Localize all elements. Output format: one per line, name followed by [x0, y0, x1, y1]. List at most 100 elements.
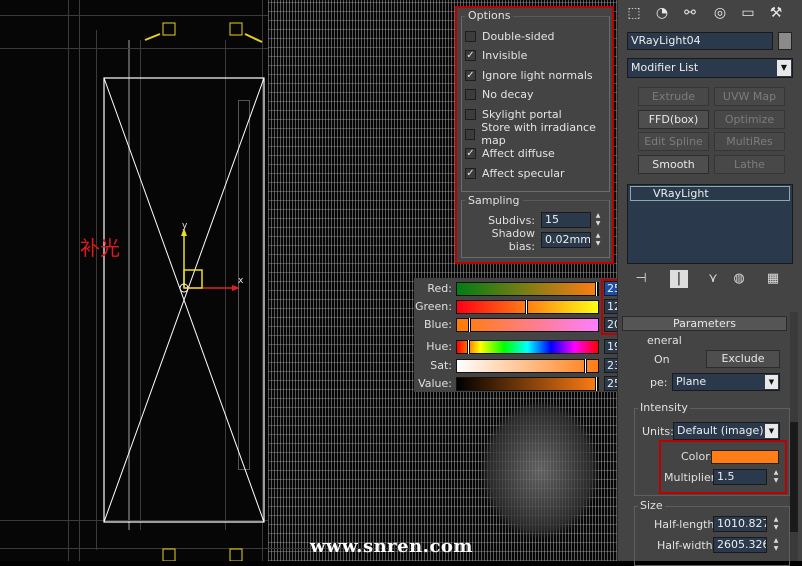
hue-slider-handle[interactable]	[467, 339, 470, 354]
green-slider[interactable]	[456, 299, 599, 314]
sat-row: Sat:235▲▼	[414, 357, 644, 374]
hue-label: Hue:	[426, 340, 452, 353]
general-group-label: eneral	[647, 334, 682, 347]
green-slider-handle[interactable]	[525, 299, 528, 314]
half-length-field[interactable]: 1010.827(	[713, 516, 767, 532]
modifier-button-smooth[interactable]: Smooth	[638, 154, 709, 174]
red-slider-handle[interactable]	[595, 281, 598, 296]
chevron-down-icon: ▼	[777, 60, 791, 76]
axis-y-label: y	[182, 221, 188, 231]
option-label: No decay	[482, 88, 534, 102]
modifier-button-optimize[interactable]: Optimize	[714, 109, 785, 129]
red-label: Red:	[427, 282, 452, 295]
chevron-down-icon: ▼	[765, 375, 778, 389]
option-row[interactable]: ✓ Invisible	[465, 48, 527, 64]
type-label: pe:	[650, 376, 668, 389]
motion-tab-icon[interactable]: ◎	[709, 3, 731, 23]
red-slider[interactable]	[456, 281, 599, 296]
option-row[interactable]: Skylight portal	[465, 106, 562, 122]
modify-tab-icon[interactable]: ◔	[651, 3, 673, 23]
value-slider[interactable]	[456, 376, 599, 391]
option-row[interactable]: ✓ Affect specular	[465, 165, 565, 181]
option-row[interactable]: ✓ Ignore light normals	[465, 67, 593, 83]
modifier-button-uvw-map[interactable]: UVW Map	[714, 87, 785, 106]
half-length-label: Half-length:	[654, 518, 719, 531]
modifier-stack[interactable]: VRayLight	[627, 184, 793, 264]
create-tab-icon[interactable]: ⬚	[623, 3, 645, 23]
checkbox-unchecked[interactable]	[465, 89, 476, 101]
units-dropdown[interactable]: Default (image) ▼	[673, 422, 780, 440]
make-unique-icon[interactable]: ⋎	[704, 270, 722, 288]
checkbox-unchecked[interactable]	[465, 30, 476, 42]
type-value: Plane	[676, 375, 707, 388]
half-width-field[interactable]: 2605.326(	[713, 537, 767, 553]
color-multiplier-highlight	[659, 440, 787, 494]
on-label[interactable]: On	[654, 353, 670, 366]
hue-row: Hue:19▲▼	[414, 338, 644, 355]
options-panel: Options Double-sided ✓ Invisible ✓ Ignore li…	[455, 6, 614, 264]
checkbox-checked[interactable]: ✓	[465, 50, 476, 62]
modifier-button-ffd-box-[interactable]: FFD(box)	[638, 109, 709, 129]
option-label: Double-sided	[482, 29, 555, 43]
option-label: Affect specular	[482, 166, 565, 180]
value-slider-handle[interactable]	[595, 376, 598, 391]
modifier-button-edit-spline[interactable]: Edit Spline	[638, 132, 709, 151]
option-row[interactable]: Store with irradiance map	[465, 121, 612, 147]
subdivs-field[interactable]: 15	[541, 212, 591, 228]
subdivs-spinner[interactable]: ▲ ▼	[593, 212, 603, 228]
shadow-bias-label: Shadow bias:	[491, 227, 535, 253]
units-value: Default (image)	[677, 424, 764, 437]
option-label: Skylight portal	[482, 107, 562, 121]
sat-slider[interactable]	[456, 358, 599, 373]
exclude-button[interactable]: Exclude	[706, 350, 780, 368]
configure-modifier-sets-icon[interactable]: ▦	[764, 270, 782, 288]
value-label: Value:	[418, 377, 452, 390]
modifier-list-label: Modifier List	[631, 61, 699, 74]
checkbox-checked[interactable]: ✓	[465, 148, 476, 160]
object-color-swatch[interactable]	[778, 32, 792, 50]
option-row[interactable]: Double-sided	[465, 28, 554, 44]
shadow-bias-spinner[interactable]: ▲ ▼	[593, 232, 603, 248]
pin-stack-icon[interactable]: ⊣	[632, 270, 650, 288]
shadow-bias-row: Shadow bias: 0.02mm ▲ ▼	[463, 227, 603, 253]
show-end-result-icon[interactable]: |	[670, 270, 688, 288]
options-title: Options	[465, 9, 514, 22]
half-width-label: Half-width:	[657, 539, 717, 552]
checkbox-checked[interactable]: ✓	[465, 167, 476, 179]
option-row[interactable]: ✓ Affect diffuse	[465, 146, 555, 162]
half-length-spinner[interactable]: ▲ ▼	[771, 516, 781, 532]
modifier-button-extrude[interactable]: Extrude	[638, 87, 709, 106]
checkbox-unchecked[interactable]	[465, 128, 476, 140]
object-name-field[interactable]: VRayLight04	[627, 32, 773, 50]
display-tab-icon[interactable]: ▭	[737, 3, 759, 23]
size-group-label: Size	[638, 499, 665, 512]
sat-slider-handle[interactable]	[584, 358, 587, 373]
axis-x-label: x	[238, 276, 244, 286]
half-width-spinner[interactable]: ▲ ▼	[771, 537, 781, 553]
modifier-button-lathe[interactable]: Lathe	[714, 154, 785, 174]
option-label: Store with irradiance map	[481, 121, 596, 147]
command-panel-scrollbar[interactable]	[790, 312, 798, 561]
parameters-rollout-header[interactable]: Parameters	[622, 316, 787, 331]
type-dropdown[interactable]: Plane ▼	[672, 373, 780, 391]
checkbox-unchecked[interactable]	[465, 108, 476, 120]
option-label: Invisible	[482, 49, 528, 63]
sat-label: Sat:	[430, 359, 452, 372]
stack-item-vraylight[interactable]: VRayLight	[630, 186, 790, 201]
remove-modifier-icon[interactable]: ◍	[730, 270, 748, 288]
modifier-button-multires[interactable]: MultiRes	[714, 132, 785, 151]
watermark: www.snren.com	[310, 536, 473, 557]
intensity-group-label: Intensity	[638, 401, 690, 414]
shadow-bias-field[interactable]: 0.02mm	[541, 232, 591, 248]
blue-slider[interactable]	[456, 317, 599, 332]
hierarchy-tab-icon[interactable]: ⚯	[679, 3, 701, 23]
utilities-tab-icon[interactable]: ⚒	[765, 3, 787, 23]
scrollbar-thumb[interactable]	[790, 422, 798, 532]
checkbox-checked[interactable]: ✓	[465, 69, 476, 81]
modifier-list-dropdown[interactable]: Modifier List ▼	[627, 58, 793, 78]
option-row[interactable]: No decay	[465, 87, 534, 103]
option-label: Ignore light normals	[482, 68, 593, 82]
hue-slider[interactable]	[456, 339, 599, 354]
blue-slider-handle[interactable]	[468, 317, 471, 332]
chevron-down-icon: ▼	[765, 424, 778, 438]
